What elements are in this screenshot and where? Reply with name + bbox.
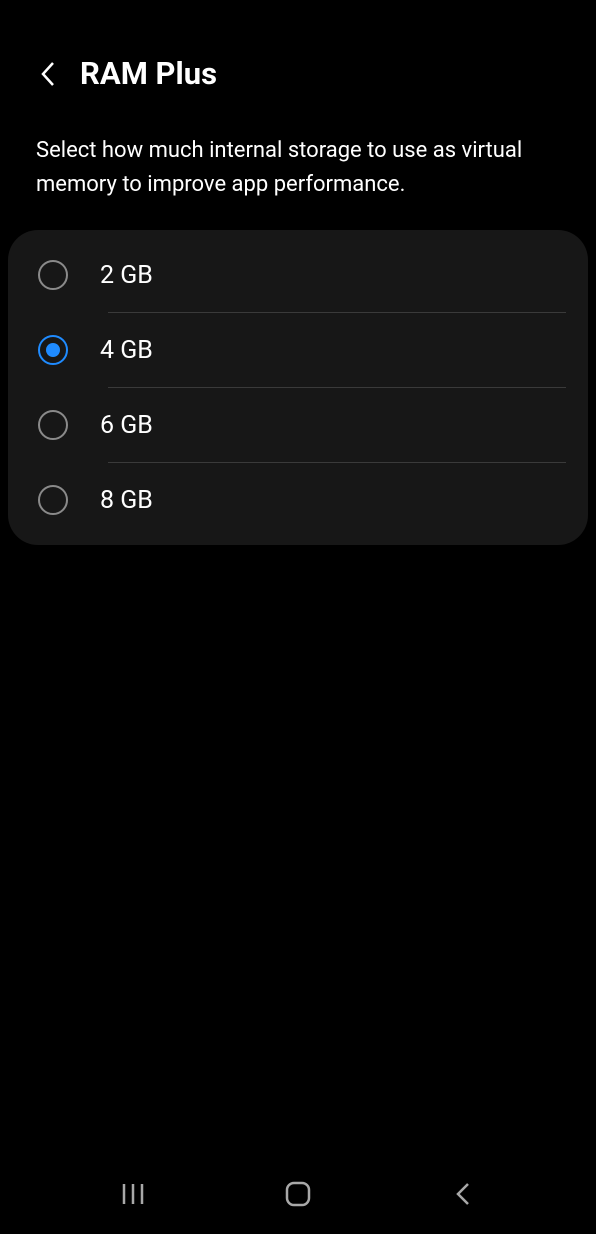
option-label: 4 GB: [100, 336, 558, 365]
option-4gb[interactable]: 4 GB: [8, 313, 588, 387]
option-2gb[interactable]: 2 GB: [8, 238, 588, 312]
radio-6gb[interactable]: [38, 410, 68, 440]
radio-8gb[interactable]: [38, 485, 68, 515]
options-panel: 2 GB 4 GB 6 GB 8 GB: [8, 230, 588, 545]
nav-home-button[interactable]: [280, 1176, 316, 1212]
page-title: RAM Plus: [80, 55, 217, 92]
option-6gb[interactable]: 6 GB: [8, 388, 588, 462]
nav-back-button[interactable]: [445, 1176, 481, 1212]
page-description: Select how much internal storage to use …: [0, 112, 596, 230]
radio-2gb[interactable]: [38, 260, 68, 290]
option-label: 6 GB: [100, 411, 558, 440]
back-icon[interactable]: [36, 62, 60, 86]
option-label: 8 GB: [100, 486, 558, 515]
nav-recents-button[interactable]: [115, 1176, 151, 1212]
radio-4gb[interactable]: [38, 335, 68, 365]
option-8gb[interactable]: 8 GB: [8, 463, 588, 537]
navigation-bar: [0, 1154, 596, 1234]
option-label: 2 GB: [100, 261, 558, 290]
